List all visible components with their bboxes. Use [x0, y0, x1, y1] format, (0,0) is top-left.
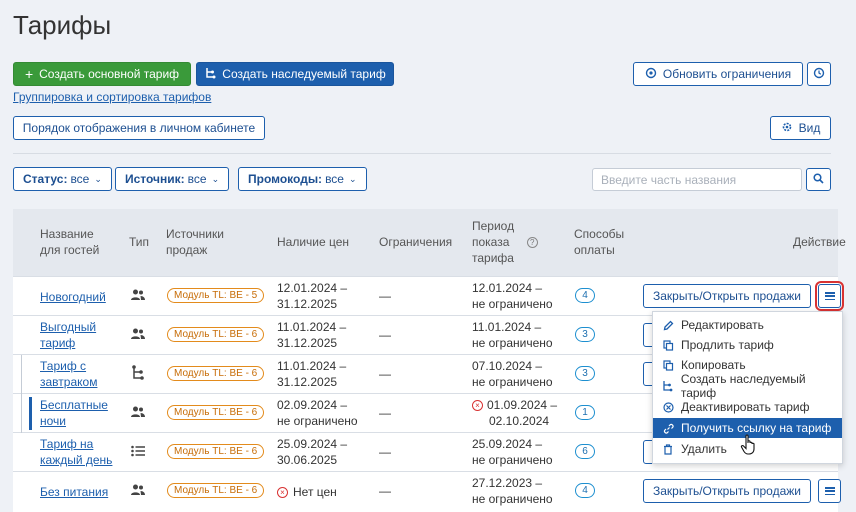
payment-count[interactable]: 4: [575, 483, 595, 498]
header-period: Период показа ? тарифа: [472, 218, 538, 266]
limits-cell: —: [379, 406, 391, 420]
view-button[interactable]: Вид: [770, 116, 831, 140]
header-payment: Способы оплаты: [574, 227, 625, 257]
close-open-sales-button[interactable]: Закрыть/Открыть продажи: [643, 479, 811, 503]
source-badge: Модуль TL: BE - 6: [167, 327, 265, 342]
inherit-icon: [662, 380, 674, 392]
x-circle-icon: ×: [472, 400, 483, 412]
inherit-icon: [204, 67, 216, 82]
table-header: Название для гостей Тип Источники продаж Н…: [13, 209, 846, 276]
prices-cell: 12.01.2024 –31.12.2025: [277, 281, 348, 311]
header-prices: Наличие цен: [277, 235, 350, 249]
chevron-down-icon: ⌄: [211, 173, 220, 184]
create-inherited-tariff-button[interactable]: Создать наследуемый тариф: [196, 62, 394, 86]
source-badge: Модуль TL: BE - 6: [167, 444, 265, 459]
header-sources: Источники продаж: [166, 227, 224, 257]
header-name: Название для гостей: [40, 227, 100, 257]
row-menu-button[interactable]: [815, 281, 844, 311]
status-filter[interactable]: Статус: все ⌄: [13, 167, 112, 191]
inherit-icon: [131, 365, 145, 385]
menu-item-deactivate[interactable]: Деактивировать тариф: [653, 397, 842, 417]
prices-cell: 11.01.2024 –31.12.2025: [277, 359, 347, 389]
source-badge: Модуль TL: BE - 6: [167, 483, 265, 498]
copy-icon: [662, 359, 674, 371]
hand-cursor-icon: [740, 434, 758, 459]
prices-cell: × Нет цен: [277, 484, 337, 500]
help-icon[interactable]: ?: [526, 237, 538, 249]
limits-cell: —: [379, 328, 391, 342]
people-icon: [130, 327, 146, 345]
plus-icon: +: [24, 66, 34, 82]
prices-cell: 11.01.2024 –31.12.2025: [277, 320, 347, 350]
tariff-name-link[interactable]: Новогодний: [40, 289, 106, 305]
row-menu-button[interactable]: [818, 479, 841, 503]
payment-count[interactable]: 6: [575, 444, 595, 459]
menu-icon: [824, 292, 835, 300]
payment-count[interactable]: 3: [575, 366, 595, 381]
table-row: Новогодний Модуль TL: BE - 5 12.01.2024 …: [13, 276, 844, 315]
trash-icon: [662, 443, 674, 455]
source-badge: Модуль TL: BE - 5: [167, 288, 265, 303]
source-badge: Модуль TL: BE - 6: [167, 366, 265, 381]
x-circle-icon: ×: [277, 487, 288, 499]
period-cell: 25.09.2024 – не ограничено: [472, 437, 553, 467]
tariff-name-link[interactable]: Без питания: [40, 484, 108, 500]
divider: [13, 153, 831, 154]
tree-line: [21, 355, 22, 433]
source-badge: Модуль TL: BE - 6: [167, 405, 265, 420]
payment-count[interactable]: 4: [575, 288, 595, 303]
table-row: Без питания Модуль TL: BE - 6 × Нет цен —…: [13, 471, 841, 510]
tariff-name-link[interactable]: Бесплатные ночи: [40, 397, 108, 429]
people-icon: [130, 288, 146, 306]
header-type: Тип: [129, 235, 150, 249]
chevron-down-icon: ⌄: [94, 173, 102, 184]
grouping-sorting-link[interactable]: Группировка и сортировка тарифов: [13, 90, 211, 104]
source-filter[interactable]: Источник: все ⌄: [115, 167, 230, 191]
history-button[interactable]: [807, 62, 831, 86]
menu-icon: [824, 487, 835, 495]
limits-cell: —: [379, 289, 391, 303]
x-circle-icon: [662, 401, 674, 413]
promo-filter[interactable]: Промокоды: все ⌄: [238, 167, 367, 191]
page-title: Тарифы: [13, 10, 112, 40]
list-icon: [131, 445, 146, 461]
period-cell: × 01.09.2024 – 02.10.2024: [472, 397, 557, 429]
prices-cell: 02.09.2024 – не ограничено: [277, 398, 358, 428]
create-main-tariff-button[interactable]: + Создать основной тариф: [13, 62, 191, 86]
tariff-name-link[interactable]: Тариф с завтраком: [40, 358, 97, 390]
copy-icon: [662, 339, 674, 351]
period-cell: 07.10.2024 – не ограничено: [472, 359, 553, 389]
chevron-down-icon: ⌄: [348, 173, 357, 184]
history-icon: [813, 67, 825, 82]
header-action: Действие: [793, 235, 846, 249]
payment-count[interactable]: 1: [575, 405, 595, 420]
people-icon: [130, 405, 146, 423]
refresh-icon: [645, 67, 657, 82]
period-cell: 11.01.2024 – не ограничено: [472, 320, 553, 350]
prices-cell: 25.09.2024 –30.06.2025: [277, 437, 348, 467]
selected-row-marker: [29, 397, 32, 430]
limits-cell: —: [379, 445, 391, 459]
search-button[interactable]: [806, 168, 831, 191]
period-cell: 27.12.2023 – не ограничено: [472, 476, 553, 506]
gear-icon: [781, 121, 793, 136]
period-cell: 12.01.2024 – не ограничено: [472, 281, 553, 311]
menu-item-create-inherited[interactable]: Создать наследуемый тариф: [653, 372, 842, 400]
search-input[interactable]: Введите часть названия: [592, 168, 802, 191]
close-open-sales-button[interactable]: Закрыть/Открыть продажи: [643, 284, 811, 308]
tariff-name-link[interactable]: Тариф на каждый день: [40, 436, 112, 468]
tariff-name-link[interactable]: Выгодный тариф: [40, 319, 96, 351]
limits-cell: —: [379, 484, 391, 498]
search-icon: [813, 172, 824, 187]
people-icon: [130, 483, 146, 501]
payment-count[interactable]: 3: [575, 327, 595, 342]
update-limits-button[interactable]: Обновить ограничения: [633, 62, 803, 86]
header-limits: Ограничения: [379, 235, 453, 249]
display-order-button[interactable]: Порядок отображения в личном кабинете: [13, 116, 265, 140]
menu-item-edit[interactable]: Редактировать: [653, 315, 842, 335]
link-icon: [662, 422, 674, 434]
pencil-icon: [662, 319, 674, 331]
menu-item-extend[interactable]: Продлить тариф: [653, 335, 842, 355]
limits-cell: —: [379, 367, 391, 381]
